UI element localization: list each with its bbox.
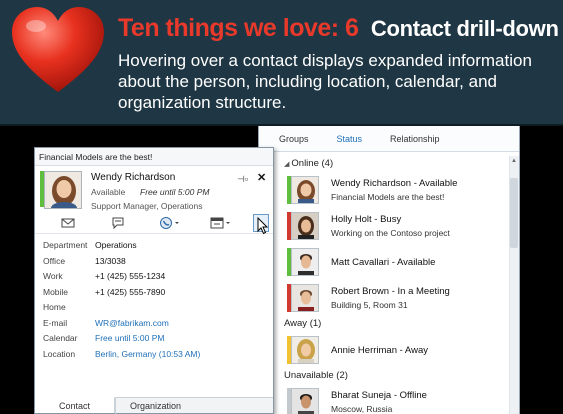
scrollbar-thumb[interactable] — [510, 178, 518, 248]
detail-row-mobile: Mobile +1 (425) 555-7890 — [43, 286, 166, 297]
contact-note: Financial Models are the best! — [331, 192, 445, 202]
avatar — [291, 388, 319, 414]
detail-row-location: Location Berlin, Germany (10:53 AM) — [43, 348, 201, 359]
tab-status[interactable]: Status — [337, 134, 363, 144]
contact-details: Department Operations Office 13/3038 Work +… — [43, 240, 200, 364]
avatar — [291, 212, 319, 240]
close-icon[interactable]: ✕ — [257, 171, 266, 184]
banner-title-row: Ten things we love: 6 Contact drill-down — [118, 14, 559, 43]
card-personal-note: Financial Models are the best! — [35, 148, 273, 166]
group-header-away[interactable]: Away (1) — [284, 316, 507, 332]
contact-name: Matt Cavallari - Available — [331, 257, 436, 268]
feature-banner: Ten things we love: 6 Contact drill-down… — [0, 0, 563, 126]
contact-note: Building 5, Room 31 — [331, 300, 408, 310]
contact-row-holly[interactable]: Holly Holt - Busy Working on the Contoso… — [284, 208, 507, 244]
tab-organization[interactable]: Organization — [115, 398, 195, 414]
card-job-title: Support Manager, Operations — [91, 201, 203, 211]
contact-row-bharat[interactable]: Bharat Suneja - Offline Moscow, Russia — [284, 384, 507, 414]
contact-list-tabs: Groups Status Relationship — [259, 126, 519, 152]
card-contact-name: Wendy Richardson — [91, 172, 176, 183]
card-header: Wendy Richardson Available Free until 5:… — [35, 166, 273, 212]
call-icon[interactable] — [159, 216, 181, 230]
avatar — [291, 284, 319, 312]
contact-row-wendy[interactable]: Wendy Richardson - Available Financial M… — [284, 172, 507, 208]
calendar-link[interactable]: Free until 5:00 PM — [95, 333, 164, 343]
detail-row-email: E-mail WR@fabrikam.com — [43, 317, 169, 328]
heart-icon — [12, 7, 104, 92]
contact-name: Wendy Richardson - Available — [331, 178, 458, 189]
email-link[interactable]: WR@fabrikam.com — [95, 318, 169, 328]
contact-row-robert[interactable]: Robert Brown - In a Meeting Building 5, … — [284, 280, 507, 316]
card-free-until: Free until 5:00 PM — [140, 187, 210, 197]
avatar — [291, 176, 319, 204]
group-header-unavailable[interactable]: Unavailable (2) — [284, 368, 507, 384]
contact-name: Robert Brown - In a Meeting — [331, 286, 450, 297]
detail-row-home: Home — [43, 302, 66, 312]
contact-name: Holly Holt - Busy — [331, 214, 402, 225]
card-action-bar — [35, 212, 273, 235]
email-icon[interactable] — [61, 216, 75, 230]
detail-row-office: Office 13/3038 — [43, 255, 126, 266]
location-link[interactable]: Berlin, Germany (10:53 AM) — [95, 349, 200, 359]
contact-note: Moscow, Russia — [331, 404, 393, 414]
group-header-online[interactable]: ◢ Online (4) — [284, 156, 507, 172]
detail-row-calendar: Calendar Free until 5:00 PM — [43, 333, 165, 343]
detail-row-department: Department Operations — [43, 240, 137, 250]
contact-name: Annie Herriman - Away — [331, 345, 428, 356]
card-tabs: Contact Organization — [35, 397, 273, 414]
contact-row-annie[interactable]: Annie Herriman - Away — [284, 332, 507, 368]
tab-relationship[interactable]: Relationship — [390, 134, 440, 144]
scroll-up-icon[interactable]: ▲ — [510, 158, 518, 166]
contact-name: Bharat Suneja - Offline — [331, 390, 427, 401]
avatar — [291, 248, 319, 276]
contact-note: Working on the Contoso project — [331, 228, 450, 238]
tab-groups[interactable]: Groups — [279, 134, 309, 144]
contact-list: ◢ Online (4) Wendy Richardson - Available… — [284, 156, 507, 414]
banner-subtitle: Contact drill-down — [370, 16, 559, 41]
avatar — [44, 171, 82, 209]
pin-icon[interactable]: ⊣▫ — [237, 174, 248, 185]
contact-card: Financial Models are the best! Wendy Ric… — [34, 147, 274, 414]
banner-title: Ten things we love: 6 — [118, 14, 359, 42]
mouse-pointer-icon — [257, 217, 269, 235]
avatar — [291, 336, 319, 364]
banner-description: Hovering over a contact displays expande… — [118, 51, 532, 112]
instant-message-icon[interactable] — [111, 216, 125, 230]
contact-list-window: Groups Status Relationship ◢ Online (4) W… — [258, 126, 520, 414]
card-status-text: Available — [91, 187, 126, 197]
contact-row-matt[interactable]: Matt Cavallari - Available — [284, 244, 507, 280]
collapse-chevron-icon[interactable]: ◢ — [284, 161, 289, 168]
detail-row-work: Work +1 (425) 555-1234 — [43, 271, 166, 281]
tab-contact[interactable]: Contact — [35, 397, 115, 413]
schedule-meeting-icon[interactable] — [210, 216, 232, 230]
